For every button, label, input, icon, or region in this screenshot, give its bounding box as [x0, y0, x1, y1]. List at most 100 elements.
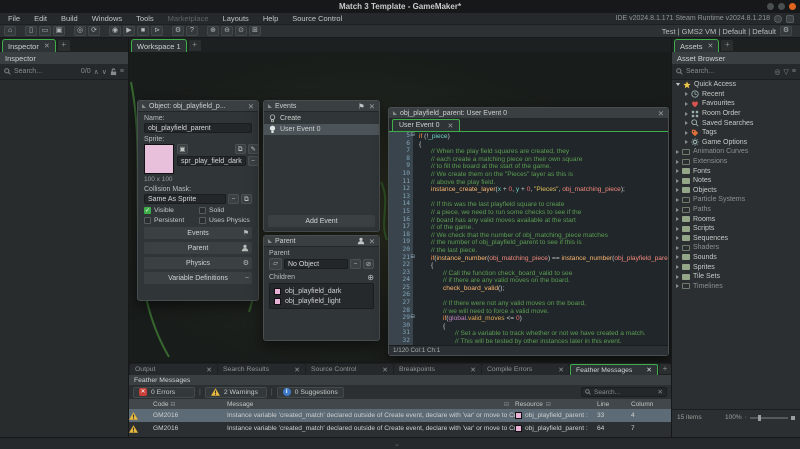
suggestions-filter-button[interactable]: i 0 Suggestions — [277, 387, 344, 398]
close-icon[interactable]: ✕ — [294, 366, 300, 374]
tree-node-objects[interactable]: Objects — [672, 186, 800, 196]
child-item[interactable]: obj_playfield_dark — [270, 286, 373, 296]
child-item[interactable]: obj_playfield_light — [270, 296, 373, 306]
variable-definitions-button[interactable]: Variable Definitions− — [144, 272, 252, 284]
tree-node-paths[interactable]: Paths — [672, 205, 800, 215]
collision-clear-button[interactable]: − — [228, 194, 239, 204]
tree-node-extensions[interactable]: Extensions — [672, 157, 800, 167]
feather-message-row[interactable]: GM2016Instance variable 'created_match' … — [129, 422, 671, 435]
close-icon[interactable]: ✕ — [382, 366, 388, 374]
tree-node-favourites[interactable]: Favourites — [672, 99, 800, 109]
grid-icon[interactable]: ⊞ — [249, 26, 261, 36]
inspector-search-input[interactable]: Search... — [14, 68, 78, 75]
zoom-in-icon[interactable] — [791, 416, 795, 420]
tree-node-sprites[interactable]: Sprites — [672, 262, 800, 272]
menu-icon[interactable]: ≡ — [792, 68, 796, 75]
new-sprite-icon[interactable]: ▣ — [177, 144, 188, 154]
close-icon[interactable]: ✕ — [206, 366, 212, 374]
parent-object-field[interactable]: No Object — [284, 259, 348, 269]
events-window[interactable]: Events ⚑ ✕ CreateUser Event 0 Add Event — [263, 100, 380, 232]
asset-search-input[interactable]: Search... — [686, 68, 771, 75]
warnings-filter-button[interactable]: 2 Warnings — [205, 387, 267, 398]
tab-compile-errors[interactable]: Compile Errors✕ — [482, 364, 569, 375]
menu-windows[interactable]: Windows — [92, 14, 122, 23]
open-icon[interactable]: ▭ — [39, 26, 51, 36]
checkbox-uses-physics[interactable]: Uses Physics — [199, 217, 252, 224]
sort-icon[interactable]: ⊟ — [504, 401, 509, 408]
collision-edit-icon[interactable]: ⧉ — [241, 194, 252, 204]
search-next-icon[interactable]: ∨ — [102, 68, 107, 76]
fold-icon[interactable]: ⊟ — [410, 314, 415, 320]
close-icon[interactable]: ✕ — [447, 122, 453, 130]
tree-node-timelines[interactable]: Timelines — [672, 281, 800, 291]
tab-search-results[interactable]: Search Results✕ — [218, 364, 305, 375]
tab-workspace-1[interactable]: Workspace 1 — [131, 39, 187, 52]
new-tab-button[interactable]: + — [721, 40, 733, 51]
new-tab-button[interactable]: + — [58, 40, 70, 51]
sprite-name-field[interactable]: spr_play_field_dark — [177, 156, 246, 166]
tree-node-sequences[interactable]: Sequences — [672, 234, 800, 244]
tab-inspector[interactable]: Inspector ✕ — [2, 39, 56, 52]
sort-icon[interactable]: ⊟ — [170, 401, 175, 408]
close-icon[interactable]: ✕ — [558, 366, 564, 374]
deploy-icon[interactable]: ⊳ — [151, 26, 163, 36]
sort-icon[interactable]: ⊟ — [546, 401, 551, 408]
sprite-clear-button[interactable]: − — [248, 156, 259, 166]
save-icon[interactable]: ▣ — [53, 26, 65, 36]
tree-node-sounds[interactable]: Sounds — [672, 253, 800, 263]
object-icon[interactable]: ▱ — [269, 258, 282, 270]
tree-node-animation-curves[interactable]: Animation Curves — [672, 147, 800, 157]
line-number-gutter[interactable]: 5⊟6789101112131415161718192021⊟222324252… — [389, 132, 413, 345]
sprite-preview[interactable] — [144, 144, 174, 174]
edit-sprite-icon[interactable]: ✎ — [248, 144, 259, 154]
run-icon[interactable]: ▶ — [123, 26, 135, 36]
target-icon[interactable]: ◎ — [774, 68, 780, 76]
workspace-canvas[interactable]: Object: obj_playfield_p...✕ Name: obj_pl… — [129, 52, 671, 362]
tree-node-recent[interactable]: Recent — [672, 90, 800, 100]
errors-filter-button[interactable]: ✕ 0 Errors — [133, 387, 195, 398]
checkbox-solid[interactable]: Solid — [199, 207, 252, 214]
close-icon[interactable]: ✕ — [44, 42, 50, 50]
parent-edit-icon[interactable]: ⊘ — [363, 259, 374, 269]
new-output-tab-button[interactable]: + — [659, 364, 671, 374]
search-prev-icon[interactable]: ∧ — [94, 68, 99, 76]
add-child-icon[interactable]: ⊕ — [367, 273, 374, 282]
checkbox-persistent[interactable]: Persistent — [144, 217, 197, 224]
window-grip-icon[interactable] — [268, 239, 272, 243]
code-editor-window[interactable]: obj_playfield_parent: User Event 0✕ User… — [388, 107, 669, 356]
collapse-handle-icon[interactable]: ⌄ — [394, 440, 400, 448]
stop-icon[interactable]: ■ — [137, 26, 149, 36]
event-item-user-event-0[interactable]: User Event 0 — [264, 124, 379, 135]
menu-layouts[interactable]: Layouts — [223, 14, 249, 23]
tree-node-particle-systems[interactable]: Particle Systems — [672, 195, 800, 205]
tree-node-scripts[interactable]: Scripts — [672, 224, 800, 234]
tree-node-room-order[interactable]: Room Order — [672, 109, 800, 119]
tab-source-control[interactable]: Source Control✕ — [306, 364, 393, 375]
debug-icon[interactable]: ◉ — [109, 26, 121, 36]
close-icon[interactable]: ✕ — [369, 102, 375, 111]
menu-file[interactable]: File — [8, 14, 20, 23]
zoom-in-icon[interactable]: ⊕ — [207, 26, 219, 36]
collision-mask-field[interactable]: Same As Sprite — [144, 194, 226, 204]
clear-search-icon[interactable]: ✕ — [658, 388, 663, 396]
menu-icon[interactable]: ≡ — [120, 68, 124, 75]
feedback-icon[interactable] — [786, 15, 794, 23]
event-item-create[interactable]: Create — [264, 113, 379, 124]
lock-icon[interactable] — [110, 68, 117, 76]
home-icon[interactable]: ⌂ — [4, 26, 16, 36]
tree-node-saved-searches[interactable]: Saved Searches — [672, 118, 800, 128]
new-icon[interactable]: ▯ — [25, 26, 37, 36]
close-icon[interactable]: ✕ — [369, 237, 375, 246]
build-target-text[interactable]: Test | GMS2 VM | Default | Default — [662, 27, 776, 36]
object-name-field[interactable]: obj_playfield_parent — [144, 123, 252, 133]
menu-build[interactable]: Build — [61, 14, 78, 23]
tree-node-tile-sets[interactable]: Tile Sets — [672, 272, 800, 282]
tree-node-fonts[interactable]: Fonts — [672, 166, 800, 176]
gear-icon[interactable]: ⚙ — [172, 26, 184, 36]
account-icon[interactable] — [774, 15, 782, 23]
tab-feather-messages[interactable]: Feather Messages✕ — [570, 364, 658, 375]
tab-breakpoints[interactable]: Breakpoints✕ — [394, 364, 481, 375]
zoom-out-icon[interactable]: · — [745, 414, 747, 421]
target-settings-gear-icon[interactable]: ⚙ — [780, 26, 792, 36]
parent-button[interactable]: Parent — [144, 242, 252, 254]
